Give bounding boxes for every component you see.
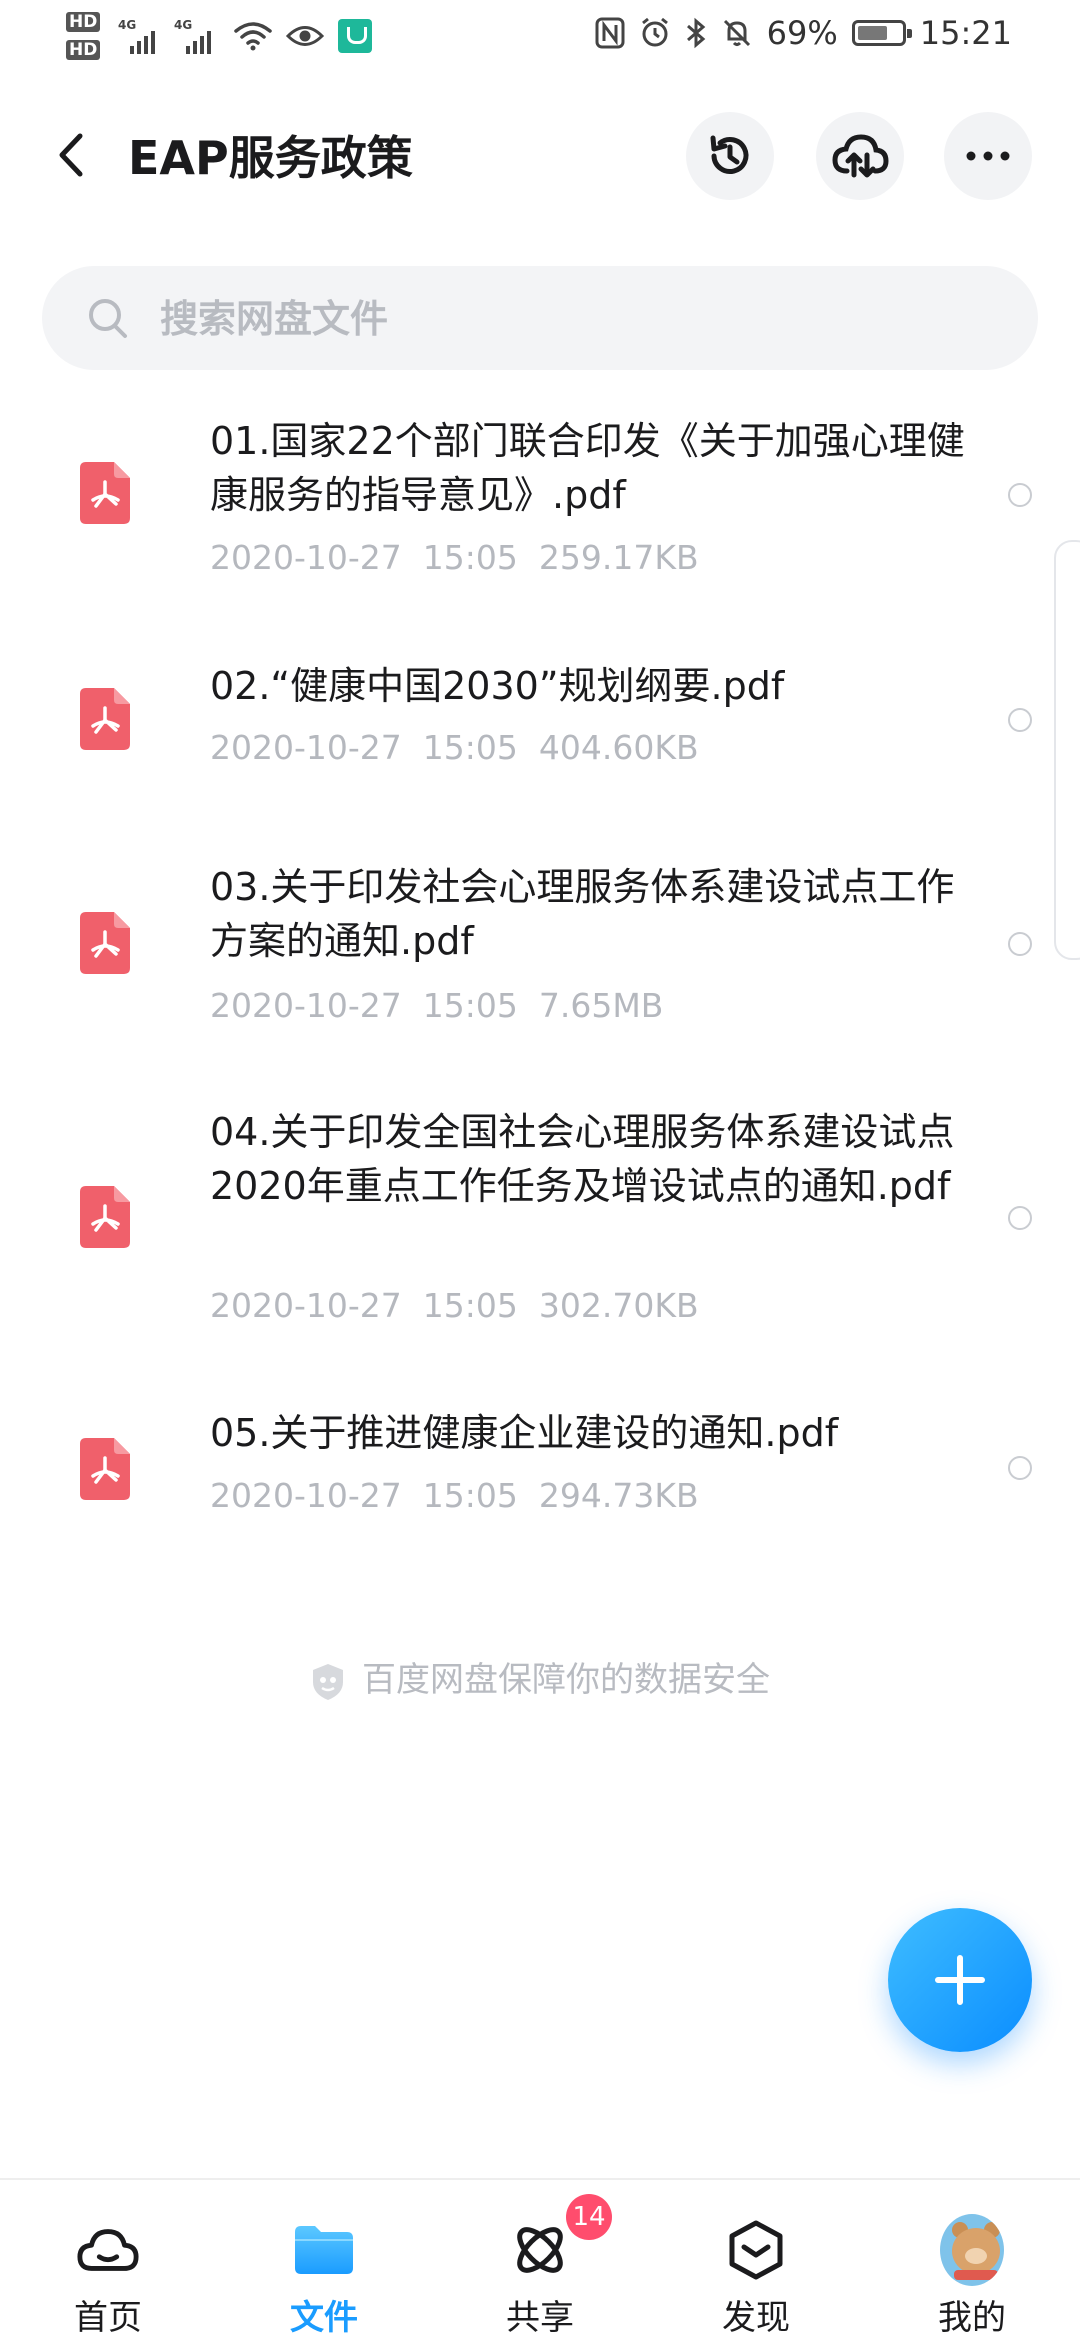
mute-bell-icon: [723, 19, 750, 47]
share-badge: 14: [566, 2194, 612, 2240]
page: HD HD 4G 4G 69% 15:21 EAP服务政策 搜索网盘文件 01.…: [0, 0, 1080, 2340]
file-time: 15:05: [422, 986, 518, 1025]
file-name: 01.国家22个部门联合印发《关于加强心理健康服务的指导意见》.pdf: [210, 419, 965, 517]
file-time: 15:05: [422, 1286, 518, 1325]
pdf-file-icon: [80, 912, 130, 974]
file-item[interactable]: 03.关于印发社会心理服务体系建设试点工作方案的通知.pdf 2020-10-2…: [0, 850, 1080, 1050]
header: EAP服务政策: [0, 100, 1080, 210]
file-meta: 2020-10-27 15:05 7.65MB: [210, 986, 663, 1025]
page-title: EAP服务政策: [128, 131, 413, 185]
file-name: 05.关于推进健康企业建设的通知.pdf: [210, 1411, 839, 1455]
select-checkbox[interactable]: [1008, 1206, 1032, 1230]
file-meta: 2020-10-27 15:05 294.73KB: [210, 1476, 699, 1515]
history-button[interactable]: [686, 112, 774, 200]
pdf-file-icon: [80, 1438, 130, 1500]
eye-icon: [286, 26, 324, 46]
file-time: 15:05: [422, 538, 518, 577]
cloud-home-icon: [76, 2218, 140, 2282]
hd-icon: HD HD: [64, 8, 108, 64]
bottom-nav: 首页 文件 14 共享 发现 我的: [0, 2178, 1080, 2340]
file-item[interactable]: 02.“健康中国2030”规划纲要.pdf 2020-10-27 15:05 4…: [0, 650, 1080, 800]
file-meta: 2020-10-27 15:05 302.70KB: [210, 1286, 699, 1325]
app-notification-icon: [338, 19, 372, 53]
clock-time: 15:21: [919, 14, 1012, 52]
search-input[interactable]: [158, 284, 962, 354]
select-checkbox[interactable]: [1008, 483, 1032, 507]
hd2-label: HD: [66, 40, 101, 60]
nav-label: 首页: [74, 2298, 142, 2338]
history-icon: [710, 135, 749, 174]
file-date: 2020-10-27: [210, 986, 402, 1025]
pdf-file-icon: [80, 1186, 130, 1248]
file-name: 03.关于印发社会心理服务体系建设试点工作方案的通知.pdf: [210, 865, 955, 963]
file-item[interactable]: 05.关于推进健康企业建设的通知.pdf 2020-10-27 15:05 29…: [0, 1400, 1080, 1550]
plus-icon: [935, 1955, 985, 2005]
battery-percent: 69%: [766, 14, 838, 52]
pdf-file-icon: [80, 462, 130, 524]
bluetooth-icon: [686, 17, 705, 49]
security-note: 百度网盘保障你的数据安全: [0, 1652, 1080, 1702]
cloud-upload-button[interactable]: [816, 112, 904, 200]
file-item[interactable]: 01.国家22个部门联合印发《关于加强心理健康服务的指导意见》.pdf 2020…: [0, 400, 1080, 600]
file-date: 2020-10-27: [210, 1476, 402, 1515]
hd1-label: HD: [66, 12, 101, 32]
file-name: 04.关于印发全国社会心理服务体系建设试点2020年重点工作任务及增设试点的通知…: [210, 1110, 955, 1208]
nav-profile[interactable]: 我的: [872, 2180, 1072, 2340]
signal2-label: 4G: [174, 18, 193, 32]
select-checkbox[interactable]: [1008, 708, 1032, 732]
more-options-button[interactable]: [944, 112, 1032, 200]
pdf-file-icon: [80, 688, 130, 750]
nav-label: 文件: [290, 2298, 358, 2338]
add-button[interactable]: [888, 1908, 1032, 2052]
nav-label: 共享: [506, 2298, 574, 2338]
signal-icon-2: 4G: [174, 18, 220, 54]
file-date: 2020-10-27: [210, 538, 402, 577]
search-icon: [89, 299, 127, 338]
more-dots-icon: [966, 151, 1010, 161]
select-checkbox[interactable]: [1008, 932, 1032, 956]
nav-share[interactable]: 14 共享: [440, 2180, 640, 2340]
search-bar[interactable]: [42, 266, 1038, 370]
nav-home[interactable]: 首页: [8, 2180, 208, 2340]
shield-icon: [313, 1663, 343, 1700]
file-date: 2020-10-27: [210, 1286, 402, 1325]
file-name: 02.“健康中国2030”规划纲要.pdf: [210, 664, 785, 708]
file-time: 15:05: [422, 728, 518, 767]
status-bar: HD HD 4G 4G 69% 15:21: [0, 0, 1080, 72]
bear-avatar-icon: [940, 2214, 1004, 2286]
nav-discover[interactable]: 发现: [656, 2180, 856, 2340]
avatar: [940, 2214, 1004, 2286]
scroll-handle[interactable]: [1054, 540, 1080, 960]
file-size: 302.70KB: [538, 1286, 699, 1325]
nfc-icon: [595, 17, 625, 49]
folder-icon: [292, 2218, 356, 2282]
nav-label: 发现: [722, 2298, 790, 2338]
select-checkbox[interactable]: [1008, 1456, 1032, 1480]
file-time: 15:05: [422, 1476, 518, 1515]
cloud-upload-icon: [832, 134, 889, 178]
file-size: 259.17KB: [538, 538, 699, 577]
nav-files[interactable]: 文件: [224, 2180, 424, 2340]
battery-icon: [851, 20, 912, 46]
share-atom-icon: [508, 2218, 572, 2282]
alarm-icon: [641, 17, 668, 47]
file-size: 7.65MB: [538, 986, 664, 1025]
discover-cube-icon: [724, 2218, 788, 2282]
security-note-text: 百度网盘保障你的数据安全: [362, 1660, 770, 1700]
nav-label: 我的: [938, 2298, 1006, 2338]
file-size: 294.73KB: [538, 1476, 699, 1515]
file-size: 404.60KB: [538, 728, 699, 767]
wifi-icon: [234, 22, 272, 51]
file-meta: 2020-10-27 15:05 259.17KB: [210, 538, 699, 577]
status-bar-left: HD HD 4G 4G: [64, 8, 372, 64]
status-bar-right: 69% 15:21: [581, 14, 1012, 52]
back-arrow-icon[interactable]: [50, 128, 94, 182]
file-date: 2020-10-27: [210, 728, 402, 767]
file-meta: 2020-10-27 15:05 404.60KB: [210, 728, 699, 767]
file-item[interactable]: 04.关于印发全国社会心理服务体系建设试点2020年重点工作任务及增设试点的通知…: [0, 1100, 1080, 1350]
signal-icon: 4G: [118, 18, 164, 54]
signal1-label: 4G: [118, 18, 137, 32]
